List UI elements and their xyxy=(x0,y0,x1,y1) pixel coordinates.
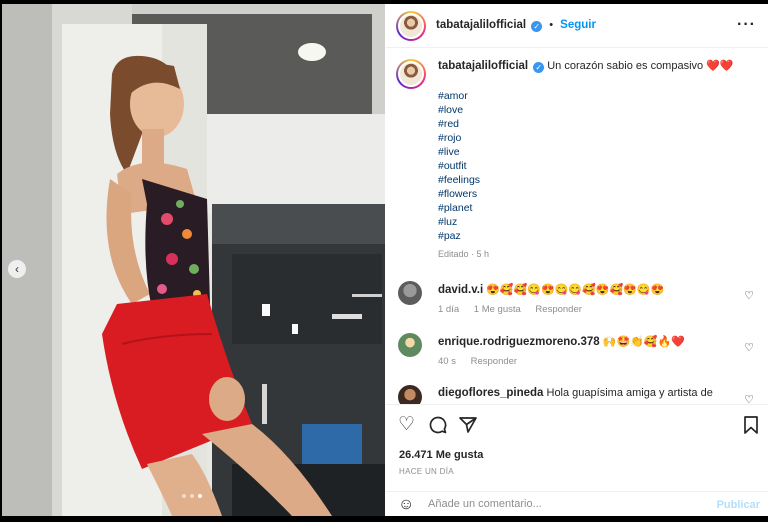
comment-username[interactable]: enrique.rodriguezmoreno.378 xyxy=(438,336,600,348)
commenter-avatar[interactable] xyxy=(398,333,422,357)
comment-body: diegoflores_pineda Hola guapísima amiga … xyxy=(438,387,738,399)
verified-badge-icon: ✓ xyxy=(533,62,545,73)
post-photo[interactable]: ‹ xyxy=(2,4,385,516)
more-options-icon[interactable]: ··· xyxy=(737,16,756,34)
carousel-dot xyxy=(190,494,194,498)
post-side-panel: tabatajalilofficial ✓ • Seguir ··· tabat… xyxy=(386,4,768,516)
follow-button[interactable]: Seguir xyxy=(560,19,596,31)
edited-timestamp: Editado · 5 h xyxy=(438,249,490,259)
caption-username[interactable]: tabatajalilofficial xyxy=(438,60,528,72)
post-header: tabatajalilofficial ✓ • Seguir ··· xyxy=(386,4,768,48)
carousel-dot-active xyxy=(198,494,202,498)
comment-username[interactable]: david.v.i xyxy=(438,284,483,296)
caption-text-block: tabatajalilofficial ✓ Un corazón sabio e… xyxy=(438,59,758,73)
heart-icon[interactable]: ♡ xyxy=(744,341,754,354)
comment-meta: 1 día 1 Me gusta Responder xyxy=(438,304,738,315)
comment-likes[interactable]: 1 Me gusta xyxy=(474,304,521,315)
caption-body: Un corazón sabio es compasivo ❤️❤️ xyxy=(547,60,734,72)
hashtag-link[interactable]: #red xyxy=(438,117,480,131)
share-icon[interactable] xyxy=(458,415,478,435)
commenter-avatar[interactable] xyxy=(398,281,422,305)
carousel-dot xyxy=(182,494,186,498)
header-user: tabatajalilofficial ✓ • Seguir xyxy=(436,19,596,32)
author-username[interactable]: tabatajalilofficial xyxy=(436,19,526,31)
caption-avatar[interactable] xyxy=(396,59,426,89)
hashtag-link[interactable]: #live xyxy=(438,145,480,159)
carousel-indicator xyxy=(182,494,202,498)
hashtag-link[interactable]: #luz xyxy=(438,215,480,229)
comment-icon[interactable] xyxy=(428,415,448,435)
hashtag-link[interactable]: #amor xyxy=(438,89,480,103)
heart-icon[interactable]: ♡ xyxy=(744,289,754,302)
comment-text: 🙌🤩👏🥰🔥❤️ xyxy=(602,336,685,348)
hashtag-link[interactable]: #outfit xyxy=(438,159,480,173)
previous-photo-button[interactable]: ‹ xyxy=(8,260,26,278)
comment-input[interactable] xyxy=(428,498,678,510)
author-avatar[interactable] xyxy=(396,11,426,41)
hashtag-link[interactable]: #rojo xyxy=(438,131,480,145)
likes-count[interactable]: 26.471 Me gusta xyxy=(399,449,483,461)
comment-text: Hola guapísima amiga y artista de xyxy=(546,387,713,399)
reply-button[interactable]: Responder xyxy=(535,304,581,315)
comment-username[interactable]: diegoflores_pineda xyxy=(438,387,543,399)
heart-icon[interactable]: ♡ xyxy=(744,393,754,404)
comment-body: david.v.i 😍🥰🥰😋😍😋😋🥰😍🥰😍😋😍 1 día 1 Me gusta… xyxy=(438,283,738,315)
hashtag-link[interactable]: #flowers xyxy=(438,187,480,201)
hashtag-link[interactable]: #planet xyxy=(438,201,480,215)
photo-illustration xyxy=(2,4,385,516)
like-heart-icon[interactable]: ♡ xyxy=(398,415,418,435)
publish-button[interactable]: Publicar xyxy=(717,499,760,511)
chevron-left-icon: ‹ xyxy=(15,262,19,276)
comment-time[interactable]: 1 día xyxy=(438,304,459,315)
commenter-avatar[interactable] xyxy=(398,385,422,404)
comment-time[interactable]: 40 s xyxy=(438,356,456,367)
hashtag-link[interactable]: #feelings xyxy=(438,173,480,187)
verified-badge-icon: ✓ xyxy=(531,21,543,32)
bookmark-icon[interactable] xyxy=(742,415,762,435)
comments-scroll-area[interactable]: tabatajalilofficial ✓ Un corazón sabio e… xyxy=(386,49,768,404)
comment-text: 😍🥰🥰😋😍😋😋🥰😍🥰😍😋😍 xyxy=(486,284,665,296)
post-time-ago: HACE UN DÍA xyxy=(399,467,454,476)
hashtag-link[interactable]: #love xyxy=(438,103,480,117)
reply-button[interactable]: Responder xyxy=(471,356,517,367)
add-comment-bar: ☺ Publicar xyxy=(386,491,768,517)
emoji-icon[interactable]: ☺ xyxy=(398,497,414,513)
post-actions: ♡ 26.471 Me gusta HACE UN DÍA ☺ Publicar xyxy=(386,404,768,516)
instagram-post-modal: ‹ tabatajalilofficial ✓ • Seguir ··· tab… xyxy=(0,0,768,522)
hashtag-list: #amor #love #red #rojo #live #outfit #fe… xyxy=(438,89,480,243)
comment-meta: 40 s Responder xyxy=(438,356,738,367)
separator-dot: • xyxy=(549,19,554,31)
bottom-border xyxy=(0,516,768,522)
hashtag-link[interactable]: #paz xyxy=(438,229,480,243)
comment-body: enrique.rodriguezmoreno.378 🙌🤩👏🥰🔥❤️ 40 s… xyxy=(438,335,738,367)
